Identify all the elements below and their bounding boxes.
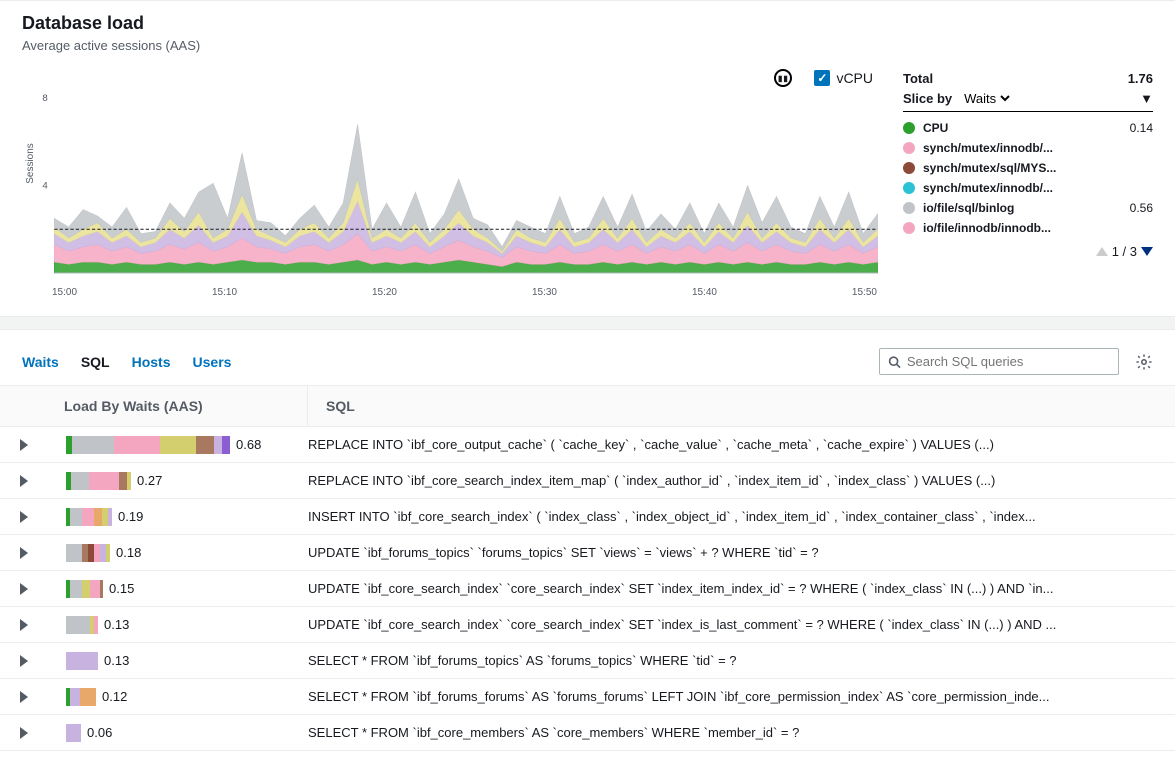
sql-text: INSERT INTO `ibf_core_search_index` ( `i… [308,509,1175,524]
col-header-sql[interactable]: SQL [308,386,1175,426]
y-axis-label: Sessions [25,143,36,184]
wait-label: synch/mutex/innodb/... [923,181,1145,195]
slice-select[interactable]: Waits [960,90,1013,107]
x-axis-ticks: 15:0015:1015:2015:3015:4015:50 [22,287,883,298]
sql-text: SELECT * FROM `ibf_forums_forums` AS `fo… [308,689,1175,704]
tab-sql[interactable]: SQL [81,354,110,370]
expand-icon[interactable] [20,655,28,667]
wait-label: synch/mutex/innodb/... [923,141,1145,155]
sql-text: UPDATE `ibf_core_search_index` `core_sea… [308,617,1175,632]
wait-label: CPU [923,121,1122,135]
load-bar [66,508,112,526]
svg-text:8: 8 [42,93,47,103]
table-row[interactable]: 0.06 SELECT * FROM `ibf_core_members` AS … [0,715,1175,751]
load-bar [66,436,230,454]
wait-item[interactable]: io/file/innodb/innodb... [903,218,1153,238]
wait-label: io/file/sql/binlog [923,201,1122,215]
load-bar [66,472,131,490]
table-row[interactable]: 0.13 UPDATE `ibf_core_search_index` `core… [0,607,1175,643]
expand-icon[interactable] [20,583,28,595]
pager-prev-icon[interactable] [1096,247,1108,256]
load-bar [66,616,98,634]
wait-swatch [903,222,915,234]
table-row[interactable]: 0.13 SELECT * FROM `ibf_forums_topics` AS… [0,643,1175,679]
wait-label: io/file/innodb/innodb... [923,221,1145,235]
load-value: 0.12 [102,689,127,704]
wait-item[interactable]: CPU 0.14 [903,118,1153,138]
load-value: 0.15 [109,581,134,596]
wait-swatch [903,162,915,174]
table-row[interactable]: 0.19 INSERT INTO `ibf_core_search_index` … [0,499,1175,535]
pause-icon[interactable]: ▮▮ [774,69,792,87]
search-box[interactable] [879,348,1119,375]
total-value: 1.76 [1128,71,1153,86]
expand-icon[interactable] [20,547,28,559]
load-value: 0.13 [104,617,129,632]
wait-swatch [903,202,915,214]
sql-text: UPDATE `ibf_core_search_index` `core_sea… [308,581,1175,596]
sql-text: UPDATE `ibf_forums_topics` `forums_topic… [308,545,1175,560]
tab-waits[interactable]: Waits [22,354,59,370]
sql-text: SELECT * FROM `ibf_core_members` AS `cor… [308,725,1175,740]
wait-label: synch/mutex/sql/MYS... [923,161,1145,175]
wait-value: 0.14 [1130,121,1153,135]
expand-icon[interactable] [20,439,28,451]
sql-text: SELECT * FROM `ibf_forums_topics` AS `fo… [308,653,1175,668]
wait-item[interactable]: synch/mutex/innodb/... [903,178,1153,198]
load-value: 0.27 [137,473,162,488]
vcpu-label: vCPU [836,70,873,86]
load-value: 0.13 [104,653,129,668]
load-bar [66,652,98,670]
wait-swatch [903,122,915,134]
load-value: 0.18 [116,545,141,560]
table-row[interactable]: 0.68 REPLACE INTO `ibf_core_output_cache`… [0,427,1175,463]
wait-swatch [903,182,915,194]
slice-label: Slice by [903,91,952,106]
wait-item[interactable]: io/file/sql/binlog 0.56 [903,198,1153,218]
wait-swatch [903,142,915,154]
pager-next-icon[interactable] [1141,247,1153,256]
expand-icon[interactable] [20,691,28,703]
wait-item[interactable]: synch/mutex/innodb/... [903,138,1153,158]
load-bar [66,544,110,562]
panel-title: Database load [22,13,200,34]
sql-text: REPLACE INTO `ibf_core_search_index_item… [308,473,1175,488]
wait-item[interactable]: synch/mutex/sql/MYS... [903,158,1153,178]
load-bar [66,688,96,706]
expand-icon[interactable] [20,727,28,739]
sql-text: REPLACE INTO `ibf_core_output_cache` ( `… [308,437,1175,452]
expand-icon[interactable] [20,619,28,631]
search-input[interactable] [907,354,1110,369]
load-bar [66,580,103,598]
table-row[interactable]: 0.15 UPDATE `ibf_core_search_index` `core… [0,571,1175,607]
vcpu-checkbox[interactable]: ✓ [814,70,830,86]
load-value: 0.19 [118,509,143,524]
pager-text: 1 / 3 [1112,244,1137,259]
wait-value: 0.56 [1130,201,1153,215]
expand-icon[interactable] [20,511,28,523]
tab-hosts[interactable]: Hosts [132,354,171,370]
table-row[interactable]: 0.27 REPLACE INTO `ibf_core_search_index_… [0,463,1175,499]
expand-icon[interactable] [20,475,28,487]
search-icon [888,355,901,369]
gear-icon[interactable] [1135,353,1153,371]
table-row[interactable]: 0.12 SELECT * FROM `ibf_forums_forums` AS… [0,679,1175,715]
panel-subtitle: Average active sessions (AAS) [22,38,200,53]
tab-users[interactable]: Users [193,354,232,370]
load-value: 0.06 [87,725,112,740]
area-chart[interactable]: 48 [22,93,883,283]
col-header-load[interactable]: Load By Waits (AAS) [56,386,308,426]
table-row[interactable]: 0.18 UPDATE `ibf_forums_topics` `forums_t… [0,535,1175,571]
svg-text:4: 4 [42,181,47,191]
load-value: 0.68 [236,437,261,452]
total-label: Total [903,71,933,86]
load-bar [66,724,81,742]
